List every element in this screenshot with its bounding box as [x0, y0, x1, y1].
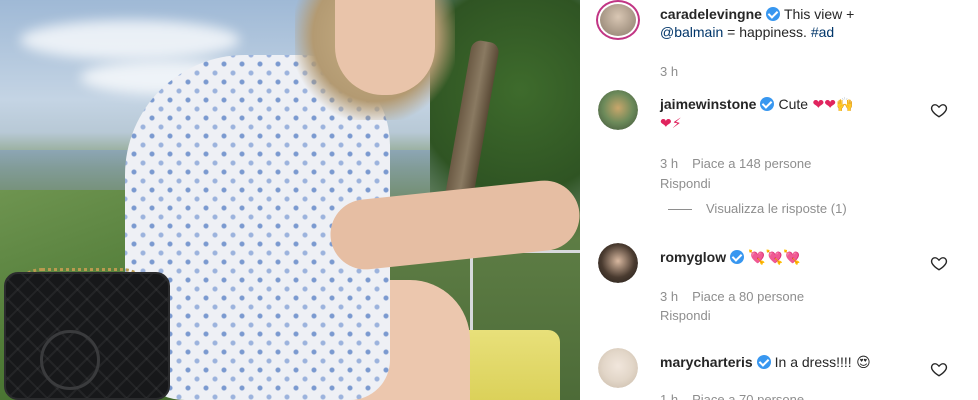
- comment-username[interactable]: marycharteris: [660, 354, 753, 370]
- caption-time[interactable]: 3 h: [660, 64, 978, 79]
- comment-likes[interactable]: Piace a 148 persone: [692, 156, 811, 171]
- commenter-avatar[interactable]: [598, 243, 638, 283]
- commenter-avatar[interactable]: [598, 348, 638, 388]
- commenter-avatar[interactable]: [598, 90, 638, 130]
- post-caption: caradelevingne This view +: [660, 4, 958, 24]
- caption-text: This view +: [783, 6, 855, 22]
- author-username[interactable]: caradelevingne: [660, 6, 762, 22]
- verified-badge-icon: [765, 7, 780, 21]
- caption-rest: = happiness.: [723, 24, 807, 40]
- chair-rail: [470, 250, 580, 340]
- comment-time[interactable]: 3 h: [660, 289, 678, 304]
- verified-badge-icon: [760, 97, 775, 111]
- comment-username[interactable]: romyglow: [660, 249, 726, 265]
- comment-meta: 1 h Piace a 70 persone: [660, 392, 978, 400]
- post-photo[interactable]: [0, 0, 580, 400]
- verified-badge-icon: [730, 250, 745, 264]
- caption-mention[interactable]: @balmain: [660, 24, 723, 40]
- reply-button[interactable]: Rispondi: [660, 176, 978, 191]
- view-replies-button[interactable]: Visualizza le risposte (1): [668, 201, 978, 216]
- author-avatar[interactable]: [596, 0, 640, 40]
- cloud: [20, 20, 240, 60]
- reply-button[interactable]: Rispondi: [660, 308, 978, 323]
- comment-username[interactable]: jaimewinstone: [660, 96, 756, 112]
- caption-hashtag[interactable]: #ad: [811, 24, 834, 40]
- comment-text: Cute: [778, 96, 809, 112]
- comment-time[interactable]: 1 h: [660, 392, 678, 400]
- comment-text: In a dress!!!!: [774, 354, 852, 370]
- bag-logo: [40, 330, 100, 390]
- comment-likes[interactable]: Piace a 70 persone: [692, 392, 804, 400]
- person-face: [335, 0, 435, 95]
- comment-likes[interactable]: Piace a 80 persone: [692, 289, 804, 304]
- caption-second-line: @balmain = happiness. #ad: [660, 22, 958, 42]
- comment-meta: 3 h Piace a 148 persone: [660, 156, 978, 171]
- comments-panel: caradelevingne This view + @balmain = hap…: [580, 0, 978, 400]
- avatar-image: [598, 348, 638, 388]
- replies-dash: [668, 209, 692, 211]
- avatar-image: [598, 90, 638, 130]
- verified-badge-icon: [756, 355, 771, 369]
- author-avatar-image: [600, 4, 636, 36]
- comment-emoji: ❤❤🙌: [812, 97, 854, 113]
- comment-emoji: 😍: [856, 355, 871, 371]
- like-heart-icon[interactable]: [930, 360, 948, 378]
- avatar-image: [598, 243, 638, 283]
- comment-emoji: 💘💘💘: [748, 250, 801, 266]
- view-replies-label: Visualizza le risposte (1): [706, 201, 847, 216]
- like-heart-icon[interactable]: [930, 254, 948, 272]
- comment-meta: 3 h Piace a 80 persone: [660, 289, 978, 304]
- comment-time[interactable]: 3 h: [660, 156, 678, 171]
- like-heart-icon[interactable]: [930, 101, 948, 119]
